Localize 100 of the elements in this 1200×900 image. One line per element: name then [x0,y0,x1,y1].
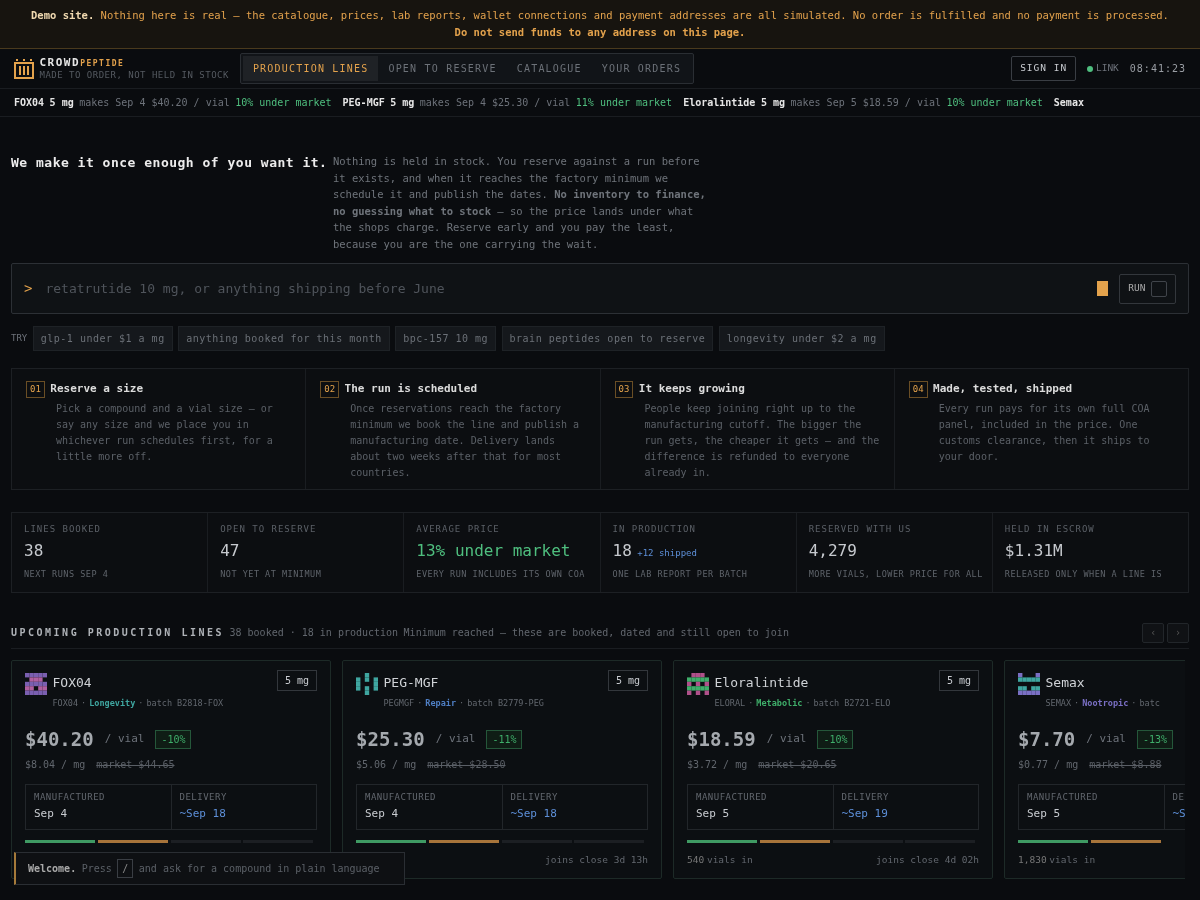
dose-tag: 5 mg [607,670,648,691]
search-bar[interactable]: > retatrutide 10 mg, or anything shipping before June RUN [11,263,1189,314]
sign-in-button[interactable]: SIGN IN [1011,56,1077,81]
ticker-price: makes Sep 5 $18.59 / vial [790,96,941,110]
suggestion-chip[interactable]: bpc-157 10 mg [395,326,497,351]
step-number: 01 [26,380,45,398]
ticker-dose: 5 mg [760,96,785,110]
ticker-name: FOX04 [14,96,45,110]
key-hint: / [117,859,134,878]
nav-tab[interactable]: PRODUCTION LINES [242,56,379,81]
ticker-price: makes Sep 4 $25.30 / vial [419,96,571,110]
stat-note: EVERY RUN INCLUDES ITS OWN COA [416,568,586,581]
separator-dot: · [417,696,423,710]
discount-tag: -11% [486,730,523,749]
try-label: TRY [11,331,28,345]
warning-text: Do not send funds to any address on this page. [453,25,747,40]
stat-note: ONE LAB REPORT PER BATCH [612,568,749,581]
separator-dot: · [459,696,465,710]
ticker-name: Eloralintide [683,96,756,110]
stat-note: NEXT RUNS SEP 4 [24,568,110,581]
stat-extra: +12 shipped [637,546,697,560]
compound-code: ELORAL [714,696,746,710]
step-text: Pick a compound and a vial size — or say any size and we place you in whichever run schedules first, for a little more off. [55,401,274,464]
key-icon [1151,280,1167,297]
per-mg-text: $5.06 / mg [356,757,417,772]
nav-tab[interactable]: CATALOGUE [506,56,592,81]
stat-note: RELEASED ONLY WHEN A LINE IS [1004,568,1164,581]
close-time: joins close 4d 02h [876,852,979,866]
logo-icon [14,58,34,79]
compound-icon [25,673,47,695]
separator-dot: · [1074,696,1080,710]
step-title: It keeps growing [638,381,745,397]
step-title: Made, tested, shipped [933,381,1073,397]
suggestion-chip[interactable]: glp-1 under $1 a mg [32,326,173,351]
nav-tab[interactable]: OPEN TO RESERVE [378,56,507,81]
separator-dot: · [805,696,811,710]
stat-label: AVERAGE PRICE [416,522,501,536]
stat-value: $1.31M [1004,539,1063,562]
manufactured-date: Sep 4 [34,806,69,822]
date-label: MANUFACTURED [34,790,107,804]
step-text: Once reservations reach the factory minimum we book the line and publish a manufacturing date. Delivery lands about two weeks after that for most countries. [349,401,581,480]
step-number: 04 [908,380,928,398]
toast-text: and ask for a compound in plain language [138,862,380,876]
step-number: 03 [614,380,634,398]
date-label: DELIVERY [510,790,559,804]
unit-text: / vial [104,731,145,748]
toast-text: Press [81,862,112,876]
suggestion-chip[interactable]: anything booked for this month [178,326,390,351]
discount-tag: -13% [1136,730,1174,749]
price-text: $18.59 [687,727,756,753]
stat-value: 4,279 [808,539,857,562]
compound-name: PEG-MGF [383,674,440,692]
welcome-title: Welcome. [28,862,77,876]
batch-text: batc [1139,696,1160,710]
vials-count: 1,830 [1018,852,1047,866]
notice-text: Demo site. Nothing here is real — the catalogue, prices, lab reports, wallet connections and payment addresses are all simulated. No order is fulfilled and no payment is processed. [30,8,1170,23]
separator-dot: · [138,696,144,710]
step-title: Reserve a size [50,381,144,397]
category-tag: Longevity [89,696,136,710]
run-button[interactable]: RUN [1119,273,1176,304]
category-tag: Metabolic [756,696,803,710]
suggestion-chip[interactable]: longevity under $2 a mg [718,326,885,351]
delivery-date: ~Sep 19 [841,806,889,822]
ticker-price: makes Sep 4 $40.20 / vial [79,96,230,110]
compound-icon [687,673,709,695]
stat-note: NOT YET AT MINIMUM [220,568,323,581]
dose-tag: 5 mg [276,670,317,691]
stat-label: HELD IN ESCROW [1004,522,1096,536]
category-tag: Repair [425,696,457,710]
compound-name: FOX04 [52,674,93,692]
ticker-name: Semax [1053,96,1084,110]
discount-tag: -10% [155,730,192,749]
clock-text: 08:41:23 [1129,62,1186,76]
compound-icon [356,673,378,695]
category-tag: Nootropic [1082,696,1129,710]
suggestion-chip[interactable]: brain peptides open to reserve [501,326,714,351]
prev-button[interactable]: ‹ [1142,622,1165,643]
manufactured-date: Sep 5 [1027,806,1062,822]
delivery-date: ~S [1172,806,1185,822]
stat-note: MORE VIALS, LOWER PRICE FOR ALL [808,568,980,581]
date-label: DELIVERY [179,790,228,804]
date-label: DELIVERY [841,790,890,804]
batch-text: batch B2721-ELO [813,696,891,710]
stat-value: 18 [612,539,632,562]
per-mg-text: $0.77 / mg [1018,757,1079,772]
next-button[interactable]: › [1167,622,1189,643]
step-title: The run is scheduled [344,381,478,397]
unit-text: / vial [766,731,807,748]
compound-name: Semax [1045,674,1086,692]
per-mg-text: $8.04 / mg [25,757,86,772]
nav-tab[interactable]: YOUR ORDERS [591,56,692,81]
stat-value: 47 [220,539,240,562]
vials-label: vials in [706,852,753,866]
date-label: DE [1172,790,1185,804]
stat-value: 13% under market [416,539,571,562]
compound-name: Eloralintide [714,674,810,692]
delivery-date: ~Sep 18 [510,806,558,822]
compound-code: PEGMGF [383,696,415,710]
separator-dot: · [1131,696,1137,710]
ticker-dose: 5 mg [390,96,415,110]
